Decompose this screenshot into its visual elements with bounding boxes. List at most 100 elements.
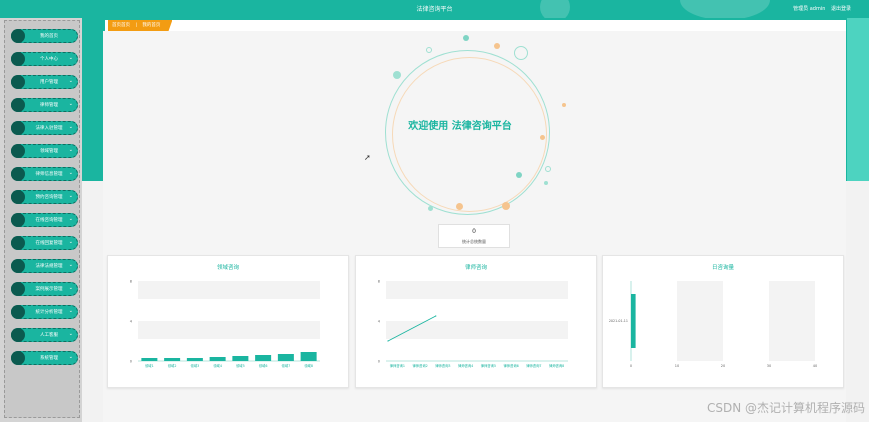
sidebar-item[interactable]: 领域管理 ⌄	[11, 144, 78, 158]
sidebar-item[interactable]: 案例展示管理 ⌄	[11, 282, 78, 296]
bar	[186, 358, 203, 361]
menu-dot-icon	[11, 167, 25, 181]
sidebar-item[interactable]: 统计分析管理 ⌄	[11, 305, 78, 319]
sidebar-item-label: 案例展示管理	[35, 287, 63, 292]
x-tick-label: 领域3	[191, 363, 200, 368]
sidebar-item-label: 在线咨询管理	[35, 218, 63, 223]
grid-band	[769, 281, 815, 361]
chevron-down-icon: ⌄	[68, 101, 73, 107]
sidebar-item[interactable]: 个人中心 ⌄	[11, 52, 78, 66]
x-tick-label: 领域6	[259, 363, 268, 368]
x-tick-label: 领域1	[145, 363, 154, 368]
lawyer-line-chart: 0 4 8 律师咨询1 律师咨询2 律师咨询3 律师咨询4 律师咨询5 律师咨询6 律师咨询7 律师…	[378, 280, 568, 368]
sidebar-item-label: 系统管理	[40, 356, 58, 361]
chevron-down-icon: ⌄	[68, 308, 73, 314]
grid-band	[386, 281, 568, 299]
chevron-down-icon: ⌄	[68, 285, 73, 291]
bubble	[502, 202, 510, 210]
grid-band	[138, 321, 320, 339]
menu-dot-icon	[11, 144, 25, 158]
header-band-accent	[847, 18, 869, 181]
bar	[209, 357, 226, 361]
y-tick-label: 8	[130, 280, 132, 284]
y-tick-label: 8	[378, 280, 380, 284]
bar	[164, 358, 181, 361]
menu-dot-icon	[11, 259, 25, 273]
daily-bar-chart: 0 10 20 30 40 2021-01-11	[609, 281, 817, 368]
x-tick-label: 律师咨询5	[481, 363, 496, 368]
watermark: CSDN @杰记计算机程序源码	[706, 401, 865, 415]
sidebar-item-label: 预约咨询管理	[35, 195, 63, 200]
menu-dot-icon	[11, 282, 25, 296]
sidebar-item[interactable]: 用户管理 ⌄	[11, 75, 78, 89]
bubble	[393, 71, 401, 79]
logout-link[interactable]: 退出登录	[831, 6, 851, 12]
sidebar-item[interactable]: 法律入驻管理 ⌄	[11, 121, 78, 135]
chevron-down-icon: ⌄	[68, 55, 73, 61]
grid-band	[386, 321, 568, 339]
stat-caption: 统计总统数量	[462, 239, 486, 244]
chevron-down-icon: ⌄	[68, 331, 73, 337]
chevron-down-icon: ⌄	[68, 262, 73, 268]
x-tick-label: 20	[721, 364, 725, 368]
chart-card-daily: 日咨询量 0 10 20 30 40 2021-01-11	[602, 255, 844, 388]
sidebar-item[interactable]: 人工客服 ⌄	[11, 328, 78, 342]
menu-dot-icon	[11, 52, 25, 66]
sidebar-item[interactable]: 律师管理 ⌄	[11, 98, 78, 112]
x-tick-label: 律师咨询3	[435, 363, 450, 368]
y-tick-label: 2021-01-11	[609, 319, 628, 323]
x-tick-label: 30	[767, 364, 771, 368]
sidebar-item[interactable]: 在线咨询管理 ⌄	[11, 213, 78, 227]
sidebar-item-label: 法律入驻管理	[35, 126, 63, 131]
chevron-down-icon: ⌄	[68, 354, 73, 360]
bubble	[544, 181, 548, 185]
stat-card: 0 统计总统数量	[438, 224, 510, 248]
sidebar-item[interactable]: 我的首页	[11, 29, 78, 43]
x-tick-label: 领域2	[168, 363, 177, 368]
chevron-down-icon: ⌄	[68, 170, 73, 176]
grid-band	[138, 281, 320, 299]
bubble	[540, 135, 545, 140]
x-tick-label: 领域7	[282, 363, 291, 368]
data-point	[435, 315, 437, 317]
stat-value: 0	[472, 228, 476, 235]
bar	[277, 354, 294, 361]
sidebar-item[interactable]: 预约咨询管理 ⌄	[11, 190, 78, 204]
sidebar-item-label: 在线回复管理	[35, 241, 63, 246]
chevron-down-icon: ⌄	[68, 239, 73, 245]
menu-dot-icon	[11, 351, 25, 365]
welcome-text: 欢迎使用 法律咨询平台	[408, 121, 512, 132]
breadcrumb-current: 我的首页	[142, 23, 161, 28]
sidebar-item-label: 我的首页	[40, 34, 58, 39]
sidebar-item[interactable]: 法律法规管理 ⌄	[11, 259, 78, 273]
bar	[255, 355, 272, 361]
bubble	[463, 35, 469, 41]
chevron-down-icon: ⌄	[68, 193, 73, 199]
bubble	[494, 43, 500, 49]
sidebar-item[interactable]: 系统管理 ⌄	[11, 351, 78, 365]
bar	[141, 358, 158, 361]
x-tick-label: 10	[675, 364, 679, 368]
bubble	[426, 47, 432, 53]
menu-dot-icon	[11, 29, 25, 43]
app-title: 法律咨询平台	[416, 6, 453, 13]
bar	[631, 294, 636, 348]
sidebar-item-label: 律师信息管理	[35, 172, 63, 177]
bubble	[562, 103, 566, 107]
domain-bar-chart: 0 4 8 领域1 领域2 领域3 领域4 领域5 领域6 领域7 领域8	[130, 280, 320, 368]
x-tick-label: 领域4	[213, 363, 222, 368]
breadcrumb-home[interactable]: 首页首页	[112, 23, 130, 28]
sidebar-item[interactable]: 律师信息管理 ⌄	[11, 167, 78, 181]
y-tick-label: 4	[130, 320, 133, 324]
user-area: 管理员 admin 退出登录	[789, 5, 851, 12]
breadcrumb-sep: |	[135, 23, 137, 28]
menu-dot-icon	[11, 190, 25, 204]
bubble	[456, 203, 463, 210]
sidebar-item-label: 个人中心	[40, 57, 58, 62]
welcome-ring-inner	[392, 57, 547, 212]
x-tick-label: 40	[813, 364, 817, 368]
chevron-down-icon: ⌄	[68, 216, 73, 222]
menu-dot-icon	[11, 328, 25, 342]
sidebar-item[interactable]: 在线回复管理 ⌄	[11, 236, 78, 250]
breadcrumb-strip	[105, 20, 846, 31]
